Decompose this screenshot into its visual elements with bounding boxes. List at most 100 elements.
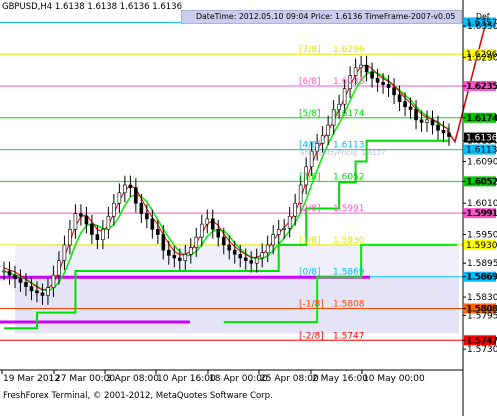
murrey-level-value: 1.5991 [333, 204, 365, 214]
candle-body [46, 287, 50, 296]
candle-body [419, 119, 424, 123]
chart-window[interactable]: [8/8]1.63571.6357[7/8]1.62961.6296[6/8]1… [0, 0, 497, 416]
price-tick-label: 1.5795 [467, 311, 497, 321]
candle-body [62, 244, 67, 261]
candle-body [287, 215, 292, 229]
price-tick-label: 1.6174 [467, 114, 497, 124]
candle-body [161, 234, 166, 251]
murrey-level-tag: [6/8] [299, 77, 321, 87]
murrey-level-value: 1.6174 [333, 109, 365, 119]
murrey-level-tag: [3/8] [299, 172, 321, 182]
candle-body [167, 249, 171, 256]
murrey-level-value: 1.5869 [333, 268, 365, 278]
candle-body [441, 129, 446, 134]
murrey-level-value: 1.5808 [333, 300, 365, 310]
candle-body [112, 202, 116, 217]
candle-body [183, 254, 188, 261]
price-tick-label: 1.6090 [467, 158, 497, 168]
symbol-header: GBPUSD,H4 1.6138 1.6138 1.6136 1.6136 [2, 2, 182, 12]
candle-body [216, 228, 221, 238]
candle-body [364, 64, 369, 73]
candle-body [188, 247, 193, 255]
candle-body [128, 184, 133, 188]
candle-body [79, 213, 83, 217]
murrey-level-tag: [1/8] [299, 236, 321, 246]
candle-body [51, 274, 56, 288]
candle-body [403, 101, 407, 108]
candle-body [134, 187, 138, 204]
time-tick-label: 10 Apr 16:00 [157, 374, 216, 384]
candle-body [408, 106, 413, 110]
candle-body [227, 244, 232, 251]
price-chart[interactable]: [8/8]1.63571.6357[7/8]1.62961.6296[6/8]1… [0, 0, 497, 416]
candle-body [18, 278, 23, 283]
candle-body [392, 87, 396, 96]
indicator-cut-label: Def [476, 12, 490, 21]
murrey-level-value: 1.6235 [333, 77, 365, 87]
symbol-line: GBPUSD,H4 1.6138 1.6138 1.6136 1.6136 [2, 2, 182, 12]
price-tick-label: 1.5950 [467, 231, 497, 241]
candle-body [117, 192, 122, 204]
candle-body [271, 234, 275, 246]
price-tag-label: 1.5930 [466, 241, 497, 251]
candle-body [178, 257, 182, 261]
candle-body [342, 88, 347, 105]
candle-body [7, 270, 12, 276]
price-tick-label: 1.5830 [467, 293, 497, 303]
candle-body [397, 94, 402, 102]
price-tick-label: 1.6350 [467, 22, 497, 32]
price-tick-label: 1.5730 [467, 345, 497, 355]
murrey-level-tag: [2/8] [299, 204, 321, 214]
candle-body [381, 82, 385, 85]
murrey-level-tag: [-1/8] [299, 300, 324, 310]
candle-body [370, 71, 374, 79]
candle-body [194, 236, 199, 248]
candle-body [260, 252, 265, 259]
shade-region [14, 276, 460, 334]
murrey-level-value: 1.5747 [333, 331, 365, 341]
indicator-header-box: DateTime: 2012.05.10 09:04 Price: 1.6136… [181, 10, 462, 24]
murrey-level-tag: [-2/8] [299, 331, 324, 341]
candle-body [24, 282, 28, 287]
candle-body [84, 215, 89, 225]
current-price-label: 1.6136 [466, 134, 497, 144]
candle-body [232, 249, 237, 255]
candle-body [254, 257, 259, 264]
indicator-info: DateTime: 2012.05.10 09:04 Price: 1.6136… [196, 12, 456, 21]
candle-body [359, 64, 363, 69]
candle-body [249, 260, 254, 264]
candle-body [436, 124, 440, 131]
price-tick-label: 1.6052 [467, 177, 497, 187]
murrey-level-value: 1.6296 [333, 45, 365, 55]
candle-body [199, 223, 204, 238]
candle-body [375, 77, 380, 83]
time-tick-label: 2 May 16:00 [312, 374, 368, 384]
candle-body [430, 119, 435, 126]
price-tick-label: 1.5869 [467, 273, 497, 283]
overlay-cut-label: ShortEntryPriceJ: 1.6127 [300, 149, 386, 157]
candle-body [414, 109, 418, 121]
candle-body [243, 257, 248, 261]
murrey-level-value: 1.5930 [333, 236, 365, 246]
candle-body [320, 135, 325, 144]
copyright-text: FreshForex Terminal, © 2001-2012, MetaQu… [3, 391, 273, 401]
candle-body [205, 218, 210, 225]
candle-body [145, 213, 149, 220]
candle-body [386, 84, 391, 88]
shade-layer [14, 244, 460, 334]
chart-background [0, 0, 497, 416]
murrey-level-value: 1.6052 [333, 172, 365, 182]
candle-body [35, 290, 39, 294]
candle-body [293, 202, 297, 217]
candle-body [238, 254, 243, 259]
candle-body [101, 228, 105, 241]
candle-body [282, 227, 286, 230]
price-tick-label: 1.6235 [467, 82, 497, 92]
candle-body [447, 132, 451, 137]
candle-body [13, 274, 17, 280]
candle-body [123, 184, 127, 194]
candle-body [106, 215, 111, 230]
candle-body [210, 218, 215, 230]
time-tick-label: 3 Apr 08:00 [106, 374, 159, 384]
price-tick-label: 1.6290 [467, 53, 497, 63]
